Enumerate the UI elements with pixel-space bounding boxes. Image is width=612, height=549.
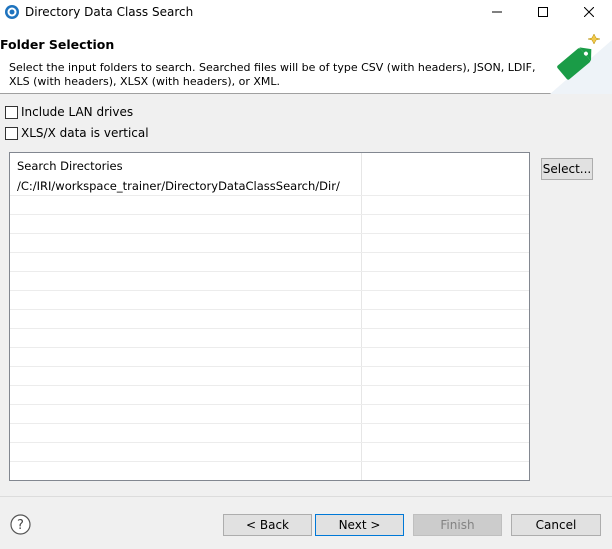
table-row[interactable] [10, 329, 529, 348]
include-lan-checkbox[interactable]: Include LAN drives [5, 104, 133, 120]
checkbox-box[interactable] [5, 126, 18, 140]
table-row[interactable] [10, 215, 529, 234]
column-header-search-directories[interactable]: Search Directories [17, 159, 123, 173]
table-row[interactable] [10, 291, 529, 310]
table-row[interactable] [10, 272, 529, 291]
tag-icon [540, 30, 612, 94]
back-button[interactable]: < Back [223, 514, 312, 536]
table-row[interactable] [10, 234, 529, 253]
minimize-icon [492, 11, 502, 13]
xls-vertical-label: XLS/X data is vertical [21, 126, 149, 140]
close-button[interactable] [566, 0, 612, 24]
table-row[interactable] [10, 386, 529, 405]
table-row[interactable] [10, 310, 529, 329]
table-row[interactable] [10, 424, 529, 443]
table-row[interactable] [10, 253, 529, 272]
include-lan-label: Include LAN drives [21, 105, 134, 119]
window-title: Directory Data Class Search [25, 5, 194, 19]
search-directories-table[interactable]: Search Directories /C:/IRI/workspace_tra… [9, 152, 530, 481]
checkbox-box[interactable] [5, 105, 18, 119]
table-row[interactable] [10, 348, 529, 367]
xls-vertical-checkbox[interactable]: XLS/X data is vertical [5, 125, 149, 141]
directory-path: /C:/IRI/workspace_trainer/DirectoryDataC… [17, 179, 340, 193]
table-row[interactable] [10, 462, 529, 480]
table-row[interactable] [10, 196, 529, 215]
table-row[interactable] [10, 443, 529, 462]
page-description: Select the input folders to search. Sear… [9, 61, 536, 88]
svg-text:?: ? [17, 518, 24, 533]
table-row[interactable] [10, 367, 529, 386]
cancel-button[interactable]: Cancel [511, 514, 601, 536]
footer-divider [0, 496, 612, 497]
close-icon [584, 7, 594, 17]
table-row[interactable]: /C:/IRI/workspace_trainer/DirectoryDataC… [10, 177, 529, 196]
maximize-icon [538, 7, 548, 17]
select-button[interactable]: Select... [541, 158, 593, 180]
title-bar[interactable]: Directory Data Class Search [0, 0, 612, 24]
page-title: Folder Selection [0, 37, 115, 52]
table-row[interactable] [10, 405, 529, 424]
next-button[interactable]: Next > [315, 514, 404, 536]
table-header: Search Directories [10, 153, 529, 177]
wizard-header: Folder Selection Select the input folder… [0, 24, 612, 94]
minimize-button[interactable] [474, 0, 520, 24]
app-icon [4, 4, 20, 20]
maximize-button[interactable] [520, 0, 566, 24]
finish-button: Finish [413, 514, 502, 536]
help-icon[interactable]: ? [10, 514, 31, 535]
